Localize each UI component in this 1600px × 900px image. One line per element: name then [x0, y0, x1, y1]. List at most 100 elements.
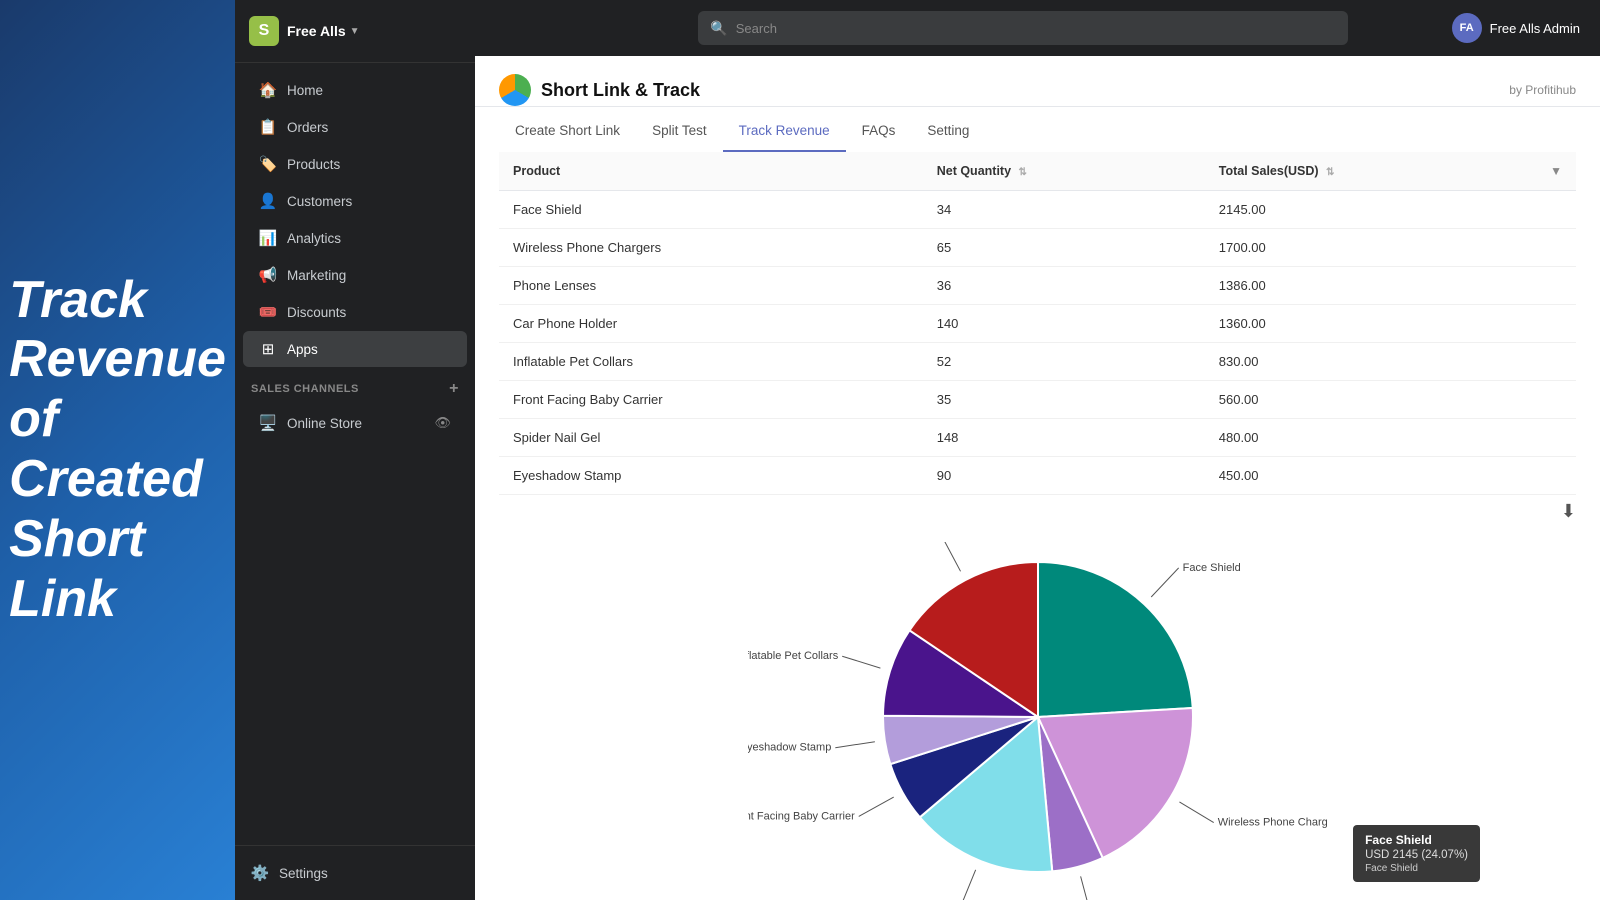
avatar: FA	[1452, 13, 1482, 43]
sidebar-item-label: Customers	[287, 194, 352, 209]
sidebar-header: S Free Alls ▼	[235, 0, 475, 63]
pie-chart: Face ShieldWireless Phone ChargersSpider…	[748, 542, 1328, 900]
store-name-label[interactable]: Free Alls ▼	[287, 23, 360, 39]
sidebar-item-label: Discounts	[287, 305, 346, 320]
home-icon: 🏠	[259, 81, 277, 99]
revenue-table: Product Net Quantity ⇅ Total Sales(USD) …	[499, 152, 1576, 495]
table-row: Front Facing Baby Carrier 35 560.00	[499, 381, 1576, 419]
by-profitihub-label: by Profitihub	[1509, 83, 1576, 97]
admin-name: Free Alls Admin	[1490, 21, 1580, 36]
sidebar-item-label: Home	[287, 83, 323, 98]
shopify-logo: S	[249, 16, 279, 46]
apps-icon: ⊞	[259, 340, 277, 358]
settings-label: Settings	[279, 866, 328, 881]
cell-sales: 560.00	[1205, 381, 1576, 419]
revenue-table-section: Product Net Quantity ⇅ Total Sales(USD) …	[475, 152, 1600, 495]
topbar: 🔍 FA Free Alls Admin	[475, 0, 1600, 56]
chart-label: Face Shield	[1182, 562, 1240, 574]
analytics-icon: 📊	[259, 229, 277, 247]
sidebar-item-apps[interactable]: ⊞ Apps	[243, 331, 467, 367]
sidebar-item-orders[interactable]: 📋 Orders	[243, 109, 467, 145]
chart-label: Inflatable Pet Collars	[748, 650, 839, 662]
cell-quantity: 35	[923, 381, 1205, 419]
online-store-icon: 🖥️	[259, 414, 277, 432]
search-input[interactable]	[736, 21, 1337, 36]
sidebar-item-analytics[interactable]: 📊 Analytics	[243, 220, 467, 256]
cell-quantity: 34	[923, 191, 1205, 229]
left-panel-text: TrackRevenueofCreatedShortLink	[0, 251, 246, 650]
filter-icon[interactable]: ▼	[1550, 164, 1562, 178]
cell-sales: 2145.00	[1205, 191, 1576, 229]
cell-product: Car Phone Holder	[499, 305, 923, 343]
pie-chart-container: Face ShieldWireless Phone ChargersSpider…	[499, 542, 1576, 900]
chart-label: Eyeshadow Stamp	[748, 742, 831, 754]
sidebar-item-products[interactable]: 🏷️ Products	[243, 146, 467, 182]
cell-sales: 1700.00	[1205, 229, 1576, 267]
tab-setting[interactable]: Setting	[911, 111, 985, 152]
app-title: Short Link & Track	[541, 80, 700, 101]
cell-product: Inflatable Pet Collars	[499, 343, 923, 381]
cell-quantity: 36	[923, 267, 1205, 305]
sidebar-item-marketing[interactable]: 📢 Marketing	[243, 257, 467, 293]
sidebar-item-label: Orders	[287, 120, 328, 135]
cell-quantity: 148	[923, 419, 1205, 457]
cell-sales: 830.00	[1205, 343, 1576, 381]
cell-quantity: 90	[923, 457, 1205, 495]
sidebar-item-label: Products	[287, 157, 340, 172]
search-icon: 🔍	[710, 20, 727, 37]
cell-sales: 450.00	[1205, 457, 1576, 495]
sidebar-item-settings[interactable]: ⚙️ Settings	[251, 858, 459, 888]
left-decorative-panel: TrackRevenueofCreatedShortLink	[0, 0, 235, 900]
main-content: 🔍 FA Free Alls Admin Short Link & Track …	[475, 0, 1600, 900]
store-dropdown-icon: ▼	[350, 26, 360, 37]
tab-split-test[interactable]: Split Test	[636, 111, 723, 152]
orders-icon: 📋	[259, 118, 277, 136]
app-container: Short Link & Track by Profitihub Create …	[475, 56, 1600, 900]
customers-icon: 👤	[259, 192, 277, 210]
tabs-bar: Create Short Link Split Test Track Reven…	[475, 111, 1600, 152]
col-header-quantity[interactable]: Net Quantity ⇅	[923, 152, 1205, 191]
eye-icon: 👁	[434, 415, 451, 431]
table-row: Wireless Phone Chargers 65 1700.00	[499, 229, 1576, 267]
sidebar-item-label: Analytics	[287, 231, 341, 246]
tab-track-revenue[interactable]: Track Revenue	[723, 111, 846, 152]
sidebar-item-home[interactable]: 🏠 Home	[243, 72, 467, 108]
user-area: FA Free Alls Admin	[1452, 13, 1580, 43]
sidebar: S Free Alls ▼ 🏠 Home 📋 Orders 🏷️ Product…	[235, 0, 475, 900]
sidebar-item-customers[interactable]: 👤 Customers	[243, 183, 467, 219]
sidebar-item-label: Apps	[287, 342, 318, 357]
cell-product: Phone Lenses	[499, 267, 923, 305]
sidebar-item-online-store[interactable]: 🖥️ Online Store 👁	[243, 405, 467, 441]
cell-product: Spider Nail Gel	[499, 419, 923, 457]
cell-sales: 1386.00	[1205, 267, 1576, 305]
sidebar-item-label: Online Store	[287, 416, 362, 431]
table-row: Car Phone Holder 140 1360.00	[499, 305, 1576, 343]
col-header-product: Product	[499, 152, 923, 191]
discounts-icon: 🎟️	[259, 303, 277, 321]
col-header-sales[interactable]: Total Sales(USD) ⇅ ▼	[1205, 152, 1576, 191]
cell-quantity: 52	[923, 343, 1205, 381]
cell-sales: 1360.00	[1205, 305, 1576, 343]
cell-product: Face Shield	[499, 191, 923, 229]
add-sales-channel-icon[interactable]: +	[449, 380, 459, 398]
marketing-icon: 📢	[259, 266, 277, 284]
table-row: Inflatable Pet Collars 52 830.00	[499, 343, 1576, 381]
download-button[interactable]: ⬇	[1561, 501, 1576, 522]
cell-quantity: 65	[923, 229, 1205, 267]
sort-sales-icon: ⇅	[1326, 167, 1334, 178]
cell-product: Eyeshadow Stamp	[499, 457, 923, 495]
sidebar-item-discounts[interactable]: 🎟️ Discounts	[243, 294, 467, 330]
content-area: Short Link & Track by Profitihub Create …	[475, 56, 1600, 900]
tab-create-short-link[interactable]: Create Short Link	[499, 111, 636, 152]
sales-channels-header: SALES CHANNELS +	[235, 368, 475, 404]
sidebar-item-label: Marketing	[287, 268, 346, 283]
settings-icon: ⚙️	[251, 864, 269, 882]
tab-faqs[interactable]: FAQs	[846, 111, 912, 152]
cell-quantity: 140	[923, 305, 1205, 343]
cell-product: Front Facing Baby Carrier	[499, 381, 923, 419]
app-logo	[499, 74, 531, 106]
pie-segment[interactable]	[1038, 562, 1193, 717]
table-row: Face Shield 34 2145.00	[499, 191, 1576, 229]
table-row: Phone Lenses 36 1386.00	[499, 267, 1576, 305]
search-bar[interactable]: 🔍	[698, 11, 1348, 45]
